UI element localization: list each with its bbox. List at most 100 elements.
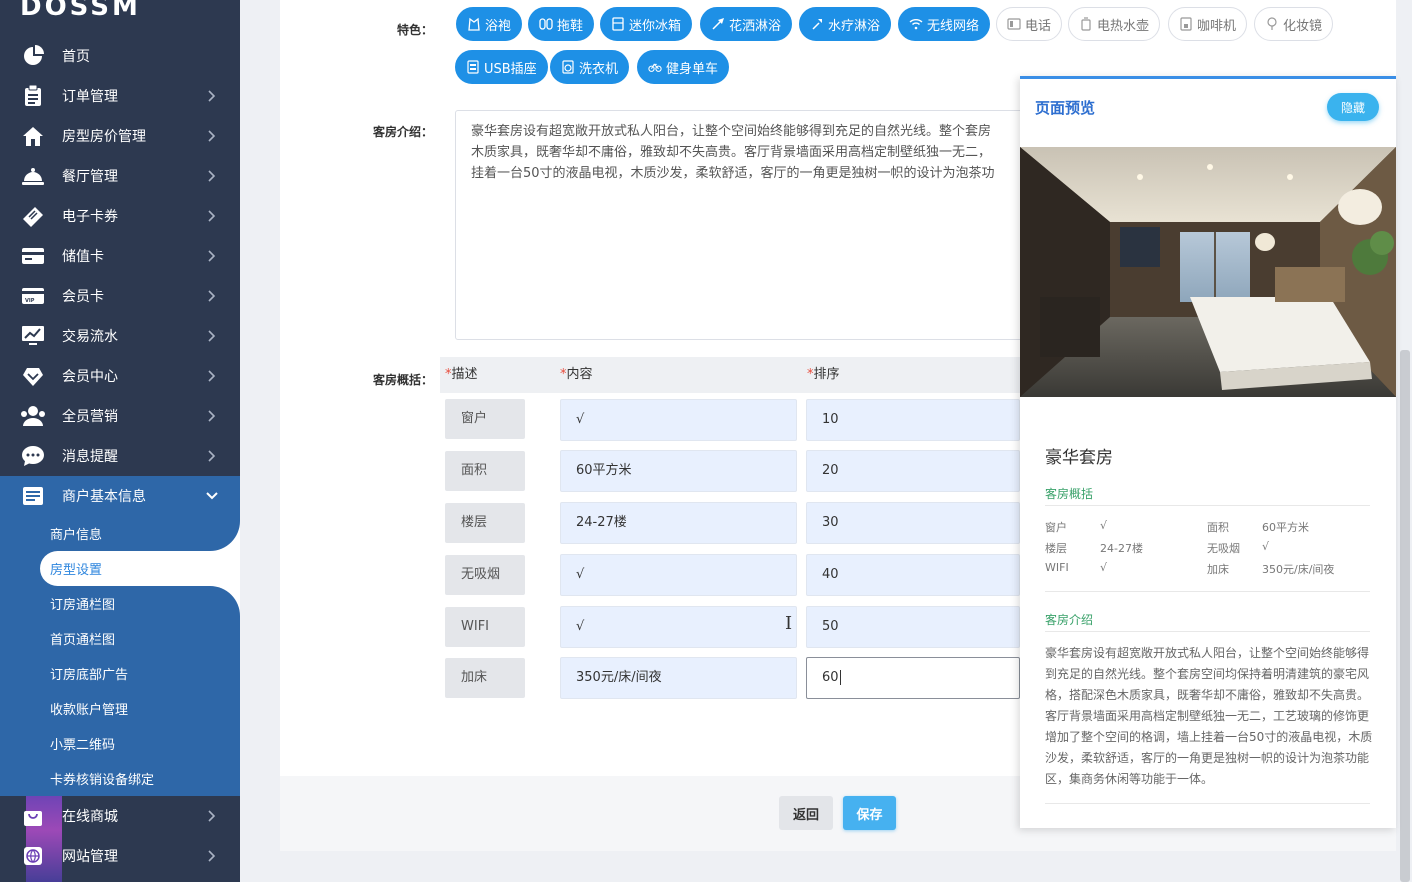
feature-tag-washing-machine[interactable]: 洗衣机 [550,50,630,84]
feature-tag-usb-socket[interactable]: USB插座 [455,50,548,84]
chevron-right-icon [206,810,218,822]
overview-order-input[interactable]: 40 [806,554,1020,596]
feature-tag-slippers[interactable]: 拖鞋 [528,7,595,41]
page-scrollbar[interactable] [1400,350,1410,882]
preview-divider [1045,631,1370,632]
submenu-item-booking-bottom-ad[interactable]: 订房底部广告 [0,656,240,691]
column-header-desc: *描述 [445,357,478,393]
submenu-label: 收款账户管理 [50,703,129,718]
sidebar-item-label: 首页 [62,49,90,65]
hide-preview-button[interactable]: 隐藏 [1327,93,1379,121]
feature-tag-mini-fridge[interactable]: 迷你冰箱 [600,7,693,41]
sidebar-item-label: 会员卡 [62,289,104,305]
submenu-item-merchant-profile[interactable]: 商户信息 [0,516,240,551]
ticket-icon [20,203,46,229]
sidebar-item-online-mall[interactable]: 在线商城 [0,796,240,836]
overview-desc-cell: WIFI [445,607,525,647]
submenu-item-home-banner[interactable]: 首页通栏图 [0,621,240,656]
overview-order-input[interactable]: 10 [806,399,1020,441]
submenu-label: 订房底部广告 [50,668,129,683]
sidebar-item-orders[interactable]: 订单管理 [0,76,240,116]
sidebar-item-label: 在线商城 [62,809,118,825]
brand-logo[interactable]: DOSSMV3 [20,0,155,22]
feature-tag-shower[interactable]: 花洒淋浴 [700,7,793,41]
room-overview-label: 客房概括： [372,373,433,387]
feature-tag-label: 咖啡机 [1197,18,1237,34]
page-preview-panel: 页面预览 隐藏 豪华套房 客房概括 窗户 √ 面积 60平方米 楼层 24-27… [1020,76,1396,828]
overview-desc-cell: 窗户 [445,399,525,439]
intro-line: 挂着一台50寸的液晶电视，木质沙发，柔软舒适，客厅的一角更是独树一帜的设计为泡茶… [471,166,995,181]
brand-version: V3 [143,0,155,2]
overview-content-input[interactable]: 350元/床/间夜 [560,657,797,699]
sidebar-item-home[interactable]: 首页 [0,36,240,76]
back-button[interactable]: 返回 [779,796,833,830]
preview-divider [1045,591,1370,592]
feature-tag-exercise-bike[interactable]: 健身单车 [637,50,730,84]
submenu-item-coupon-device-binding[interactable]: 卡券核销设备绑定 [0,761,240,796]
preview-title: 页面预览 [1035,99,1096,117]
feature-tag-makeup-mirror[interactable]: 化妆镜 [1254,7,1334,41]
sidebar-item-marketing[interactable]: 全员营销 [0,396,240,436]
submenu-label: 商户信息 [50,528,103,543]
order-input-value: 60 [822,670,839,685]
preview-overview-key: 窗户 [1045,521,1067,534]
sidebar-item-merchant-info[interactable]: 商户基本信息 [0,476,240,516]
mirror-icon [1265,17,1279,31]
sidebar-item-e-coupons[interactable]: 电子卡券 [0,196,240,236]
phone-icon [1007,17,1021,31]
shower-icon [711,17,725,31]
chevron-right-icon [206,170,218,182]
feature-tag-bathrobe[interactable]: 浴袍 [456,7,523,41]
intro-line: 木质家具，既奢华却不庸俗，雅致却不失高贵。客厅背景墙面采用高档定制壁纸独一无二， [471,145,992,160]
preview-overview-value: 24-27楼 [1100,542,1143,555]
overview-content-input[interactable]: √ [560,606,797,648]
sidebar-item-member-center[interactable]: 会员中心 [0,356,240,396]
washer-icon [561,60,575,74]
overview-order-input-focused[interactable]: 60 [806,657,1020,699]
preview-intro-text: 豪华套房设有超宽敞开放式私人阳台，让整个空间始终能够得到充足的自然光线。整个套房… [1045,646,1373,786]
overview-content-input[interactable]: √ [560,554,797,596]
submenu-item-receipt-qrcode[interactable]: 小票二维码 [0,726,240,761]
feature-tag-label: 浴袍 [485,18,512,34]
overview-content-input[interactable]: 24-27楼 [560,502,797,544]
overview-desc-cell: 楼层 [445,503,525,543]
credit-card-icon [20,243,46,269]
overview-order-input[interactable]: 20 [806,450,1020,492]
sidebar-item-restaurant[interactable]: 餐厅管理 [0,156,240,196]
sidebar-item-website[interactable]: 网站管理 [0,836,240,876]
chevron-right-icon [206,850,218,862]
kettle-icon [1079,17,1093,31]
preview-divider [1045,505,1370,506]
feature-tag-wifi[interactable]: 无线网络 [898,7,991,41]
sidebar-item-transactions[interactable]: 交易流水 [0,316,240,356]
column-header-order: *排序 [807,357,840,393]
overview-order-input[interactable]: 50 [806,606,1020,648]
submenu-item-booking-banner[interactable]: 订房通栏图 [0,586,240,621]
submenu-label: 小票二维码 [50,738,116,753]
overview-content-input[interactable]: √ [560,399,797,441]
sidebar-item-room-rates[interactable]: 房型房价管理 [0,116,240,156]
spa-shower-icon [810,17,824,31]
feature-tag-spa-shower[interactable]: 水疗淋浴 [799,7,892,41]
store-info-icon [20,483,46,509]
column-header-label: 排序 [813,367,840,382]
sidebar-item-label: 储值卡 [62,249,104,265]
overview-order-input[interactable]: 30 [806,502,1020,544]
sidebar-item-membership-card[interactable]: VIP 会员卡 [0,276,240,316]
feature-tag-label: 电热水壶 [1097,18,1150,34]
sidebar-item-stored-value-card[interactable]: 储值卡 [0,236,240,276]
overview-content-input[interactable]: 60平方米 [560,450,797,492]
slippers-icon [539,17,553,31]
save-button[interactable]: 保存 [843,796,896,830]
room-intro-label: 客房介绍： [372,125,433,139]
preview-overview-key: WIFI [1045,561,1069,574]
feature-tag-kettle[interactable]: 电热水壶 [1068,7,1161,41]
sidebar-item-notifications[interactable]: 消息提醒 [0,436,240,476]
feature-tag-phone[interactable]: 电话 [996,7,1063,41]
feature-tag-coffee-machine[interactable]: 咖啡机 [1168,7,1248,41]
submenu-item-payment-accounts[interactable]: 收款账户管理 [0,691,240,726]
heart-icon [20,363,46,389]
room-intro-textarea[interactable]: 豪华套房设有超宽敞开放式私人阳台，让整个空间始终能够得到充足的自然光线。整个套房… [455,110,1055,340]
submenu-item-room-type-settings[interactable]: 房型设置 [40,551,240,586]
clipboard-icon [20,83,46,109]
